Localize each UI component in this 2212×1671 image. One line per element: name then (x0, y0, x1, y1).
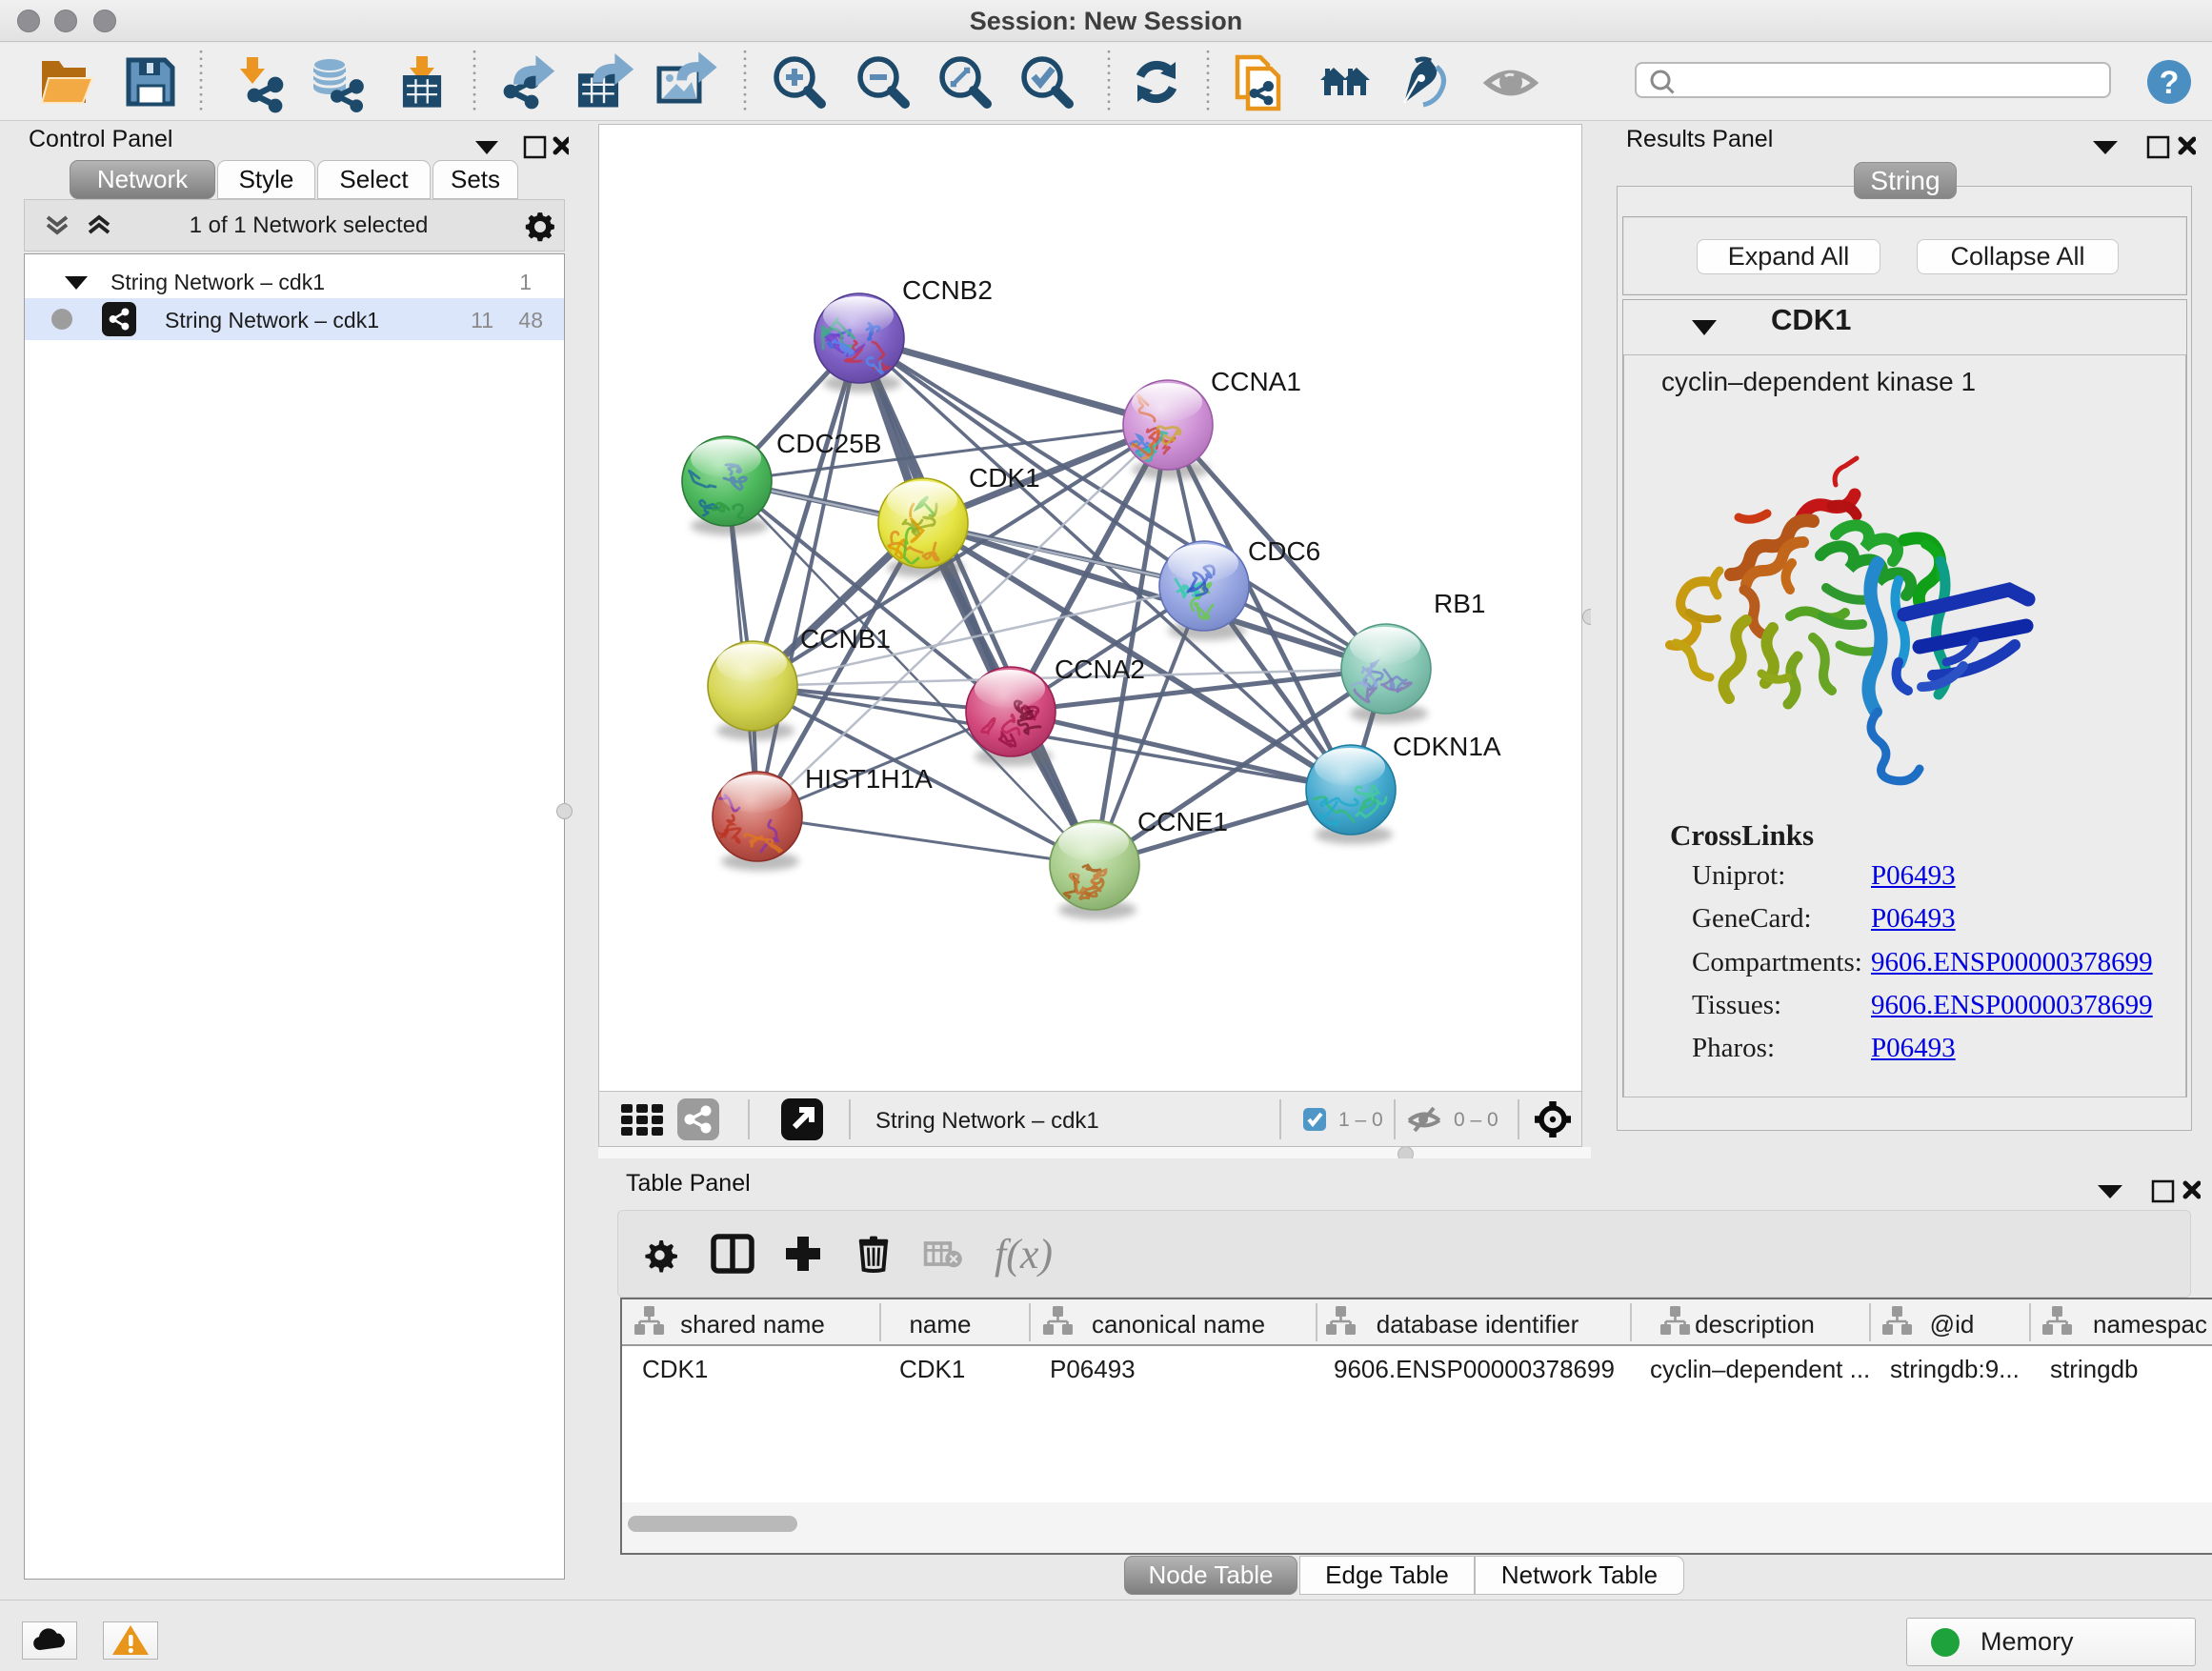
svg-text:@id: @id (1930, 1310, 1975, 1339)
svg-text:9606.ENSP00000378699: 9606.ENSP00000378699 (1334, 1355, 1615, 1383)
svg-text:description: description (1695, 1310, 1815, 1339)
svg-text:shared name: shared name (680, 1310, 825, 1339)
svg-text:stringdb:9...: stringdb:9... (1890, 1355, 2020, 1383)
svg-text:1 – 0: 1 – 0 (1338, 1109, 1383, 1131)
svg-text:CDC25B: CDC25B (776, 429, 881, 458)
svg-text:f(x): f(x) (995, 1231, 1053, 1278)
svg-text:CCNE1: CCNE1 (1137, 807, 1228, 836)
svg-text:HIST1H1A: HIST1H1A (805, 764, 933, 794)
svg-text:CDK1: CDK1 (899, 1355, 965, 1383)
svg-text:CDK1: CDK1 (969, 463, 1040, 493)
svg-text:P06493: P06493 (1050, 1355, 1136, 1383)
svg-text:CDC6: CDC6 (1248, 536, 1320, 566)
svg-text:CDK1: CDK1 (642, 1355, 708, 1383)
svg-text:cyclin–dependent ...: cyclin–dependent ... (1650, 1355, 1870, 1383)
svg-text:?: ? (2160, 65, 2180, 101)
svg-text:CCNB1: CCNB1 (800, 624, 891, 654)
svg-text:CDKN1A: CDKN1A (1393, 732, 1501, 761)
svg-text:stringdb: stringdb (2050, 1355, 2139, 1383)
svg-text:namespac: namespac (2093, 1310, 2207, 1339)
svg-text:0 – 0: 0 – 0 (1454, 1109, 1498, 1131)
svg-text:RB1: RB1 (1434, 589, 1485, 618)
svg-text:name: name (909, 1310, 971, 1339)
svg-text:String Network – cdk1: String Network – cdk1 (875, 1108, 1099, 1134)
svg-text:CCNB2: CCNB2 (902, 275, 993, 305)
svg-text:CCNA1: CCNA1 (1211, 367, 1301, 396)
svg-text:database identifier: database identifier (1377, 1310, 1579, 1339)
svg-text:CCNA2: CCNA2 (1055, 654, 1145, 684)
svg-text:canonical name: canonical name (1092, 1310, 1265, 1339)
